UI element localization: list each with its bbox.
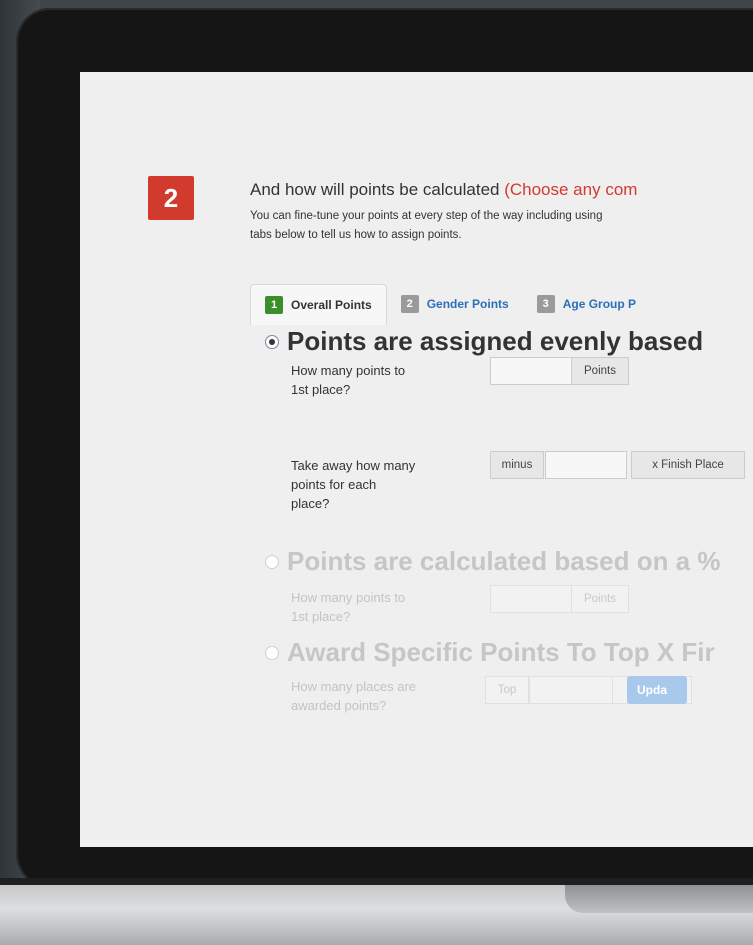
takeaway-points-input[interactable] [545,451,627,479]
label-line: How many places are [291,679,416,694]
description-line: You can fine-tune your points at every s… [250,210,603,222]
tab-label: Overall Points [291,298,372,312]
label-line: How many points to [291,590,406,605]
laptop-screen: 2 And how will points be calculated (Cho… [80,72,753,847]
step-heading-hint: (Choose any com [504,180,638,199]
option-title: Points are assigned evenly based [287,326,704,356]
description-line: tabs below to tell us how to assign poin… [250,229,462,241]
first-place-label: How many points to 1st place? [291,361,405,399]
finish-place-addon: x Finish Place [631,451,745,479]
tab-label: Age Group P [562,297,637,311]
update-button[interactable]: Upda [627,676,687,704]
step-heading-main: And how will points be calculated [250,180,505,199]
label-line: 1st place? [291,609,351,624]
step-description: You can fine-tune your points at every s… [250,207,753,245]
option-specific-points[interactable]: Award Specific Points To Top X Fir [265,637,715,668]
step-number-badge: 2 [148,176,194,220]
option-even-points[interactable]: Points are assigned evenly based [265,326,703,357]
label-line: Take away how many [291,458,416,473]
top-places-input[interactable] [529,676,613,704]
tab-gender-points[interactable]: 2 Gender Points [387,284,523,324]
tab-age-group-points[interactable]: 3 Age Group P [523,284,650,324]
option-title: Award Specific Points To Top X Fir [287,637,715,667]
tab-number-badge: 3 [536,295,555,313]
label-line: points for each [291,477,377,492]
label-line: 1st place? [291,382,351,397]
option-title: Points are calculated based on a % [287,546,721,576]
points-addon: Points [571,357,629,385]
radio-percent-points[interactable] [265,554,279,569]
tab-label: Gender Points [426,297,509,311]
first-place-label: How many points to 1st place? [291,588,405,626]
first-place-points-input[interactable] [490,357,572,385]
radio-even-points[interactable] [265,334,279,349]
points-addon: Points [571,585,629,613]
radio-specific-points[interactable] [265,645,279,660]
takeaway-label: Take away how many points for each place… [291,456,415,513]
label-line: place? [291,496,330,511]
label-line: How many points to [291,363,406,378]
points-tabs: 1 Overall Points 2 Gender Points 3 Age G… [250,284,650,325]
tab-number-badge: 1 [265,296,283,314]
step-heading: And how will points be calculated (Choos… [250,180,637,200]
minus-addon: minus [490,451,544,479]
tab-overall-points[interactable]: 1 Overall Points [250,284,387,325]
places-label: How many places are awarded points? [291,677,416,715]
label-line: awarded points? [291,698,387,713]
laptop-base-notch [565,885,753,913]
percent-first-place-input[interactable] [490,585,572,613]
option-percent-points[interactable]: Points are calculated based on a % [265,546,720,577]
tab-number-badge: 2 [400,295,419,313]
top-addon: Top [485,676,529,704]
